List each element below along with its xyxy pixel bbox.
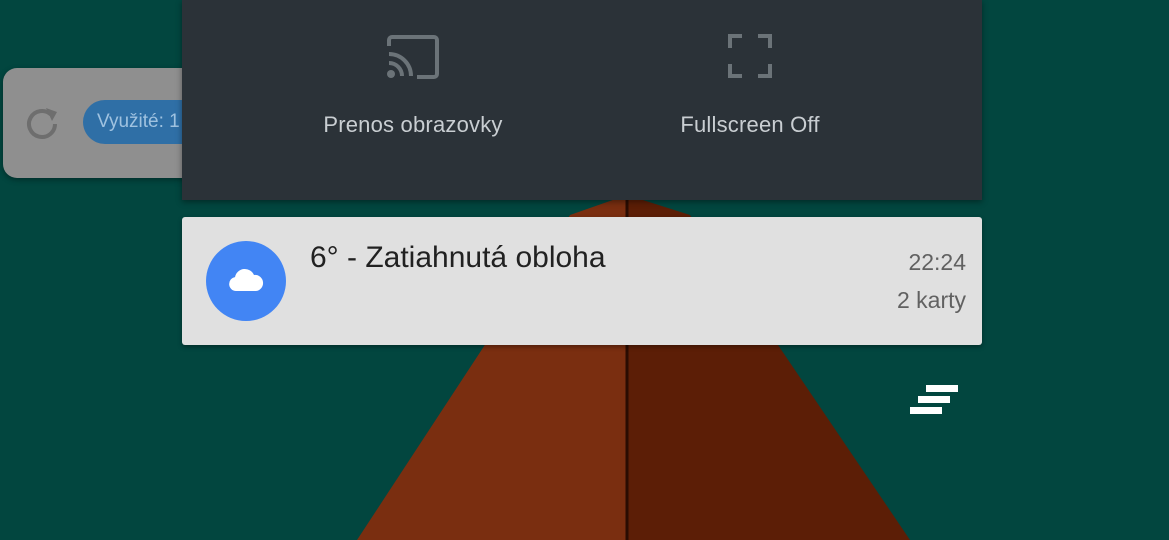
notification-time: 22:24 bbox=[908, 249, 966, 275]
weather-notification[interactable]: 6° - Zatiahnutá obloha 22:24 2 karty bbox=[182, 217, 982, 345]
quick-settings-panel: Prenos obrazovky Fullscreen Off bbox=[182, 0, 982, 200]
refresh-icon[interactable] bbox=[22, 104, 62, 149]
notification-title: 6° - Zatiahnutá obloha bbox=[310, 241, 606, 274]
tile-fullscreen[interactable]: Fullscreen Off bbox=[625, 0, 875, 200]
fullscreen-icon bbox=[728, 34, 772, 83]
notification-subtext: 2 karty bbox=[896, 287, 966, 313]
cloud-icon bbox=[229, 268, 264, 291]
notification-avatar bbox=[206, 241, 286, 321]
tile-label: Fullscreen Off bbox=[680, 112, 820, 137]
tile-screen-cast[interactable]: Prenos obrazovky bbox=[288, 0, 538, 200]
stacked-lines-icon[interactable] bbox=[908, 384, 960, 423]
cast-icon bbox=[385, 34, 441, 85]
tile-label: Prenos obrazovky bbox=[323, 112, 503, 137]
